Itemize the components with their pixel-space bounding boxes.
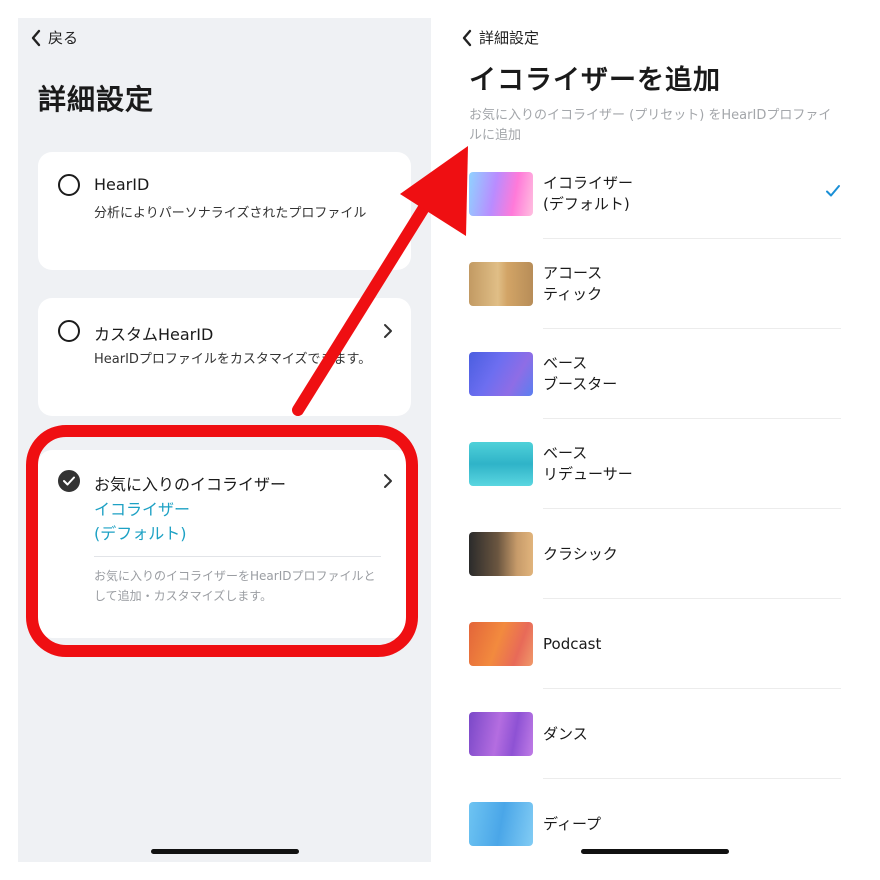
home-indicator[interactable]	[151, 849, 299, 854]
preset-row-acoustic[interactable]: アコース ティック	[469, 239, 841, 329]
dance-thumbnail	[469, 712, 533, 756]
preset-row-deep[interactable]: ディープ	[469, 779, 841, 869]
page-title: イコライザーを追加	[469, 65, 721, 96]
preset-label: ディープ	[543, 814, 602, 833]
chevron-left-icon	[31, 29, 41, 46]
preset-row-default[interactable]: イコライザー (デフォルト)	[469, 149, 841, 239]
option-description: HearIDプロファイルをカスタマイズできます。	[94, 352, 372, 367]
option-card-hearid[interactable]: HearID 分析によりパーソナライズされたプロファイル	[38, 152, 411, 270]
option-title: カスタムHearID	[94, 325, 214, 344]
back-label: 詳細設定	[479, 29, 540, 47]
preset-label: ベース ブースター	[543, 354, 618, 393]
highlight-frame	[26, 425, 418, 657]
acoustic-thumbnail	[469, 262, 533, 306]
preset-label: ダンス	[543, 724, 588, 743]
back-button[interactable]: 戻る	[30, 27, 78, 48]
classic-thumbnail	[469, 532, 533, 576]
option-description: 分析によりパーソナライズされたプロファイル	[94, 206, 367, 221]
back-button[interactable]: 詳細設定	[461, 27, 539, 48]
bass-reducer-thumbnail	[469, 442, 533, 486]
preset-label: クラシック	[543, 544, 618, 563]
back-label: 戻る	[48, 29, 79, 47]
deep-thumbnail	[469, 802, 533, 846]
default-thumbnail	[469, 172, 533, 216]
home-indicator[interactable]	[581, 849, 729, 854]
option-card-custom-hearid[interactable]: カスタムHearID HearIDプロファイルをカスタマイズできます。	[38, 298, 411, 416]
podcast-thumbnail	[469, 622, 533, 666]
preset-row-podcast[interactable]: Podcast	[469, 599, 841, 689]
chevron-right-icon	[384, 324, 392, 338]
preset-label: イコライザー (デフォルト)	[543, 174, 634, 213]
preset-row-classic[interactable]: クラシック	[469, 509, 841, 599]
preset-label: ベース リデューサー	[543, 444, 633, 483]
preset-row-bass-reducer[interactable]: ベース リデューサー	[469, 419, 841, 509]
preset-row-bass-booster[interactable]: ベース ブースター	[469, 329, 841, 419]
page-subtitle: お気に入りのイコライザー (プリセット) をHearIDプロファイルに追加	[469, 108, 832, 143]
right-screen: 詳細設定 イコライザーを追加 お気に入りのイコライザー (プリセット) をHea…	[431, 0, 880, 880]
bass-booster-thumbnail	[469, 352, 533, 396]
checkmark-icon	[826, 185, 840, 197]
chevron-left-icon	[462, 29, 472, 46]
preset-label: アコース ティック	[543, 264, 603, 303]
radio-icon[interactable]	[58, 174, 80, 196]
page-title: 詳細設定	[38, 83, 155, 116]
radio-icon[interactable]	[58, 320, 80, 342]
preset-label: Podcast	[543, 634, 602, 653]
option-title: HearID	[94, 175, 150, 194]
preset-row-dance[interactable]: ダンス	[469, 689, 841, 779]
